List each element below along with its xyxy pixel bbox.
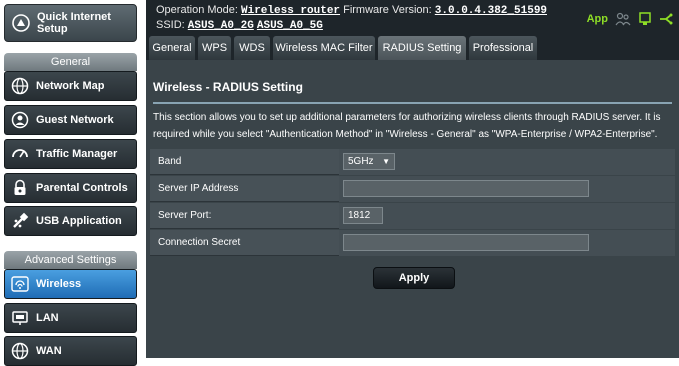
globe-icon <box>11 77 29 95</box>
sidebar-item-usb-application[interactable]: USB Application <box>4 206 137 236</box>
lock-icon <box>14 179 26 195</box>
tab-bar: General WPS WDS Wireless MAC Filter RADI… <box>146 34 679 60</box>
server-ip-row: Server IP Address <box>150 176 675 202</box>
server-port-input[interactable]: 1812 <box>343 207 383 224</box>
sidebar-item-parental-controls[interactable]: Parental Controls <box>4 173 137 203</box>
status-bar: Operation Mode: Wireless router Firmware… <box>146 0 679 34</box>
firmware-version-link[interactable]: 3.0.0.4.382_51599 <box>435 5 547 17</box>
sidebar-item-label: Traffic Manager <box>36 148 118 160</box>
main-content: Wireless - RADIUS Setting This section a… <box>146 60 679 358</box>
general-section-header: General <box>4 53 137 71</box>
sidebar-item-label: LAN <box>36 312 59 324</box>
quick-setup-icon <box>12 14 30 32</box>
tab-radius-setting[interactable]: RADIUS Setting <box>378 36 466 60</box>
advanced-settings-section-header: Advanced Settings <box>4 251 137 269</box>
ssid-line: SSID: ASUS_A0_2G ASUS_A0_5G <box>156 19 323 32</box>
sidebar-item-label: Parental Controls <box>36 182 128 194</box>
apply-button[interactable]: Apply <box>373 267 455 289</box>
band-select[interactable]: 5GHz ▼ <box>343 153 395 170</box>
operation-mode-link[interactable]: Wireless router <box>241 5 340 17</box>
sidebar-item-wireless[interactable]: Wireless <box>4 269 137 299</box>
status-icons: App <box>587 12 673 26</box>
network-status-icon[interactable] <box>659 12 673 26</box>
connection-secret-row: Connection Secret <box>150 230 675 256</box>
sidebar-item-traffic-manager[interactable]: Traffic Manager <box>4 139 137 169</box>
server-port-row: Server Port: 1812 <box>150 203 675 229</box>
server-ip-input[interactable] <box>343 180 589 197</box>
sidebar-item-label: Network Map <box>36 80 105 92</box>
tab-wireless-mac-filter[interactable]: Wireless MAC Filter <box>273 36 375 60</box>
band-label: Band <box>158 156 182 167</box>
usb-icon <box>13 212 29 228</box>
operation-mode-line: Operation Mode: Wireless router Firmware… <box>156 4 548 17</box>
sidebar-item-label: Guest Network <box>36 114 114 126</box>
wifi-icon <box>11 276 29 292</box>
gauge-icon <box>12 149 28 158</box>
sidebar-item-guest-network[interactable]: Guest Network <box>4 105 137 135</box>
tab-general[interactable]: General <box>149 36 195 60</box>
wan-icon <box>11 342 29 360</box>
tab-wps[interactable]: WPS <box>198 36 231 60</box>
sidebar: Quick Internet Setup General Network Map… <box>0 0 144 366</box>
sidebar-item-label: USB Application <box>36 215 122 227</box>
band-row: Band 5GHz ▼ <box>150 149 675 175</box>
connection-secret-input[interactable] <box>343 234 589 251</box>
server-port-label: Server Port: <box>158 210 212 221</box>
clients-icon[interactable] <box>615 12 631 26</box>
quick-setup-label: Quick Internet Setup <box>37 11 111 35</box>
page-title: Wireless - RADIUS Setting <box>153 80 303 94</box>
page-description: This section allows you to set up additi… <box>153 112 661 140</box>
chevron-down-icon: ▼ <box>382 157 390 166</box>
ssid-2g-link[interactable]: ASUS_A0_2G <box>188 20 254 32</box>
tab-wds[interactable]: WDS <box>234 36 270 60</box>
sidebar-item-network-map[interactable]: Network Map <box>4 71 137 101</box>
lan-icon <box>12 311 28 325</box>
tab-professional[interactable]: Professional <box>469 36 537 60</box>
quick-internet-setup-button[interactable]: Quick Internet Setup <box>4 4 137 42</box>
sidebar-item-lan[interactable]: LAN <box>4 303 137 333</box>
server-ip-label: Server IP Address <box>158 183 239 194</box>
connection-secret-label: Connection Secret <box>158 237 241 248</box>
sidebar-item-wan[interactable]: WAN <box>4 336 137 366</box>
app-link[interactable]: App <box>587 13 608 25</box>
sidebar-item-label: WAN <box>36 345 62 357</box>
guest-network-icon <box>11 111 29 129</box>
title-divider <box>153 102 672 104</box>
usb-status-icon[interactable] <box>638 12 652 26</box>
ssid-5g-link[interactable]: ASUS_A0_5G <box>257 20 323 32</box>
sidebar-item-label: Wireless <box>36 278 82 290</box>
